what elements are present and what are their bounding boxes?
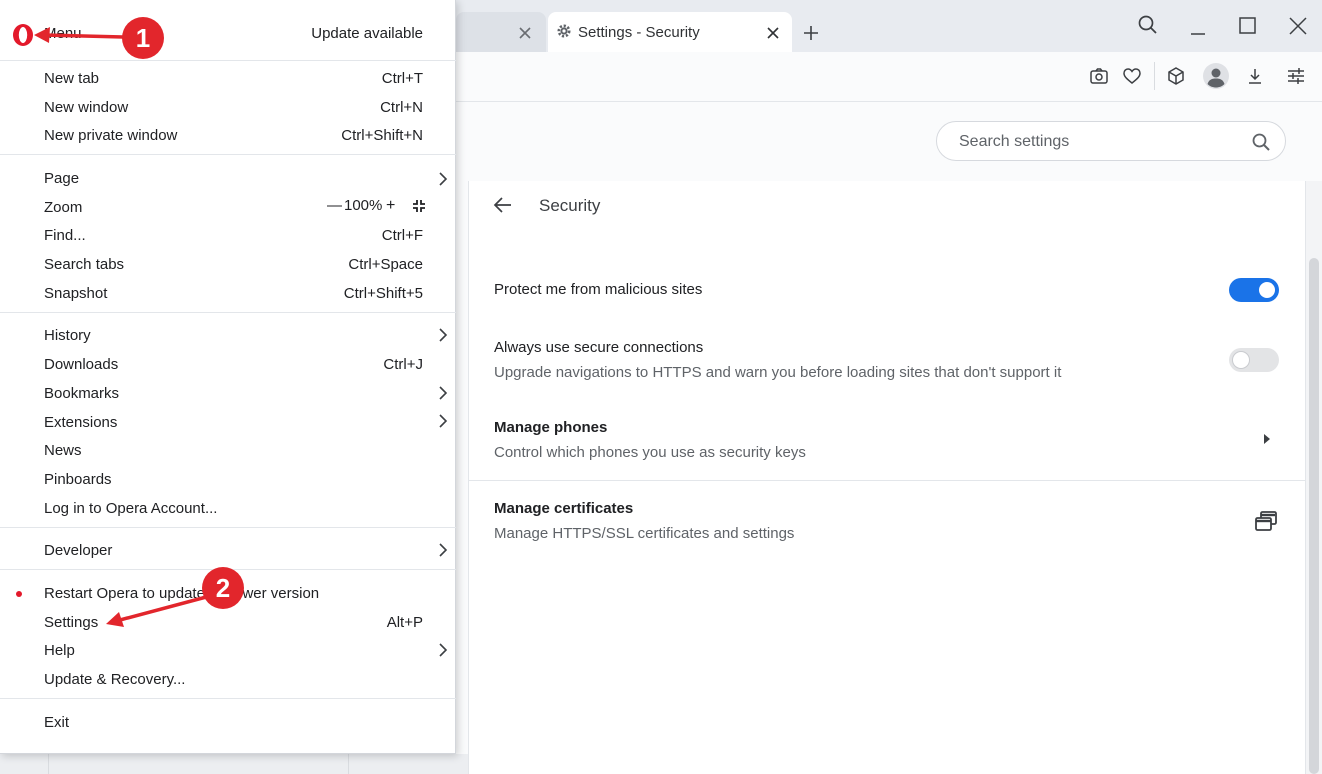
toolbar-divider bbox=[1154, 62, 1155, 90]
secure-connections-description: Upgrade navigations to HTTPS and warn yo… bbox=[494, 364, 1062, 381]
manage-phones-label: Manage phones bbox=[494, 419, 608, 436]
menu-separator bbox=[0, 60, 456, 61]
search-input[interactable] bbox=[959, 131, 1239, 153]
shortcut-new-private-window: Ctrl+Shift+N bbox=[341, 127, 423, 144]
menu-item-extensions[interactable]: Extensions bbox=[44, 413, 117, 433]
menu-separator bbox=[0, 527, 456, 528]
menu-separator bbox=[0, 698, 456, 699]
sidebar-strip bbox=[0, 754, 468, 774]
close-icon[interactable] bbox=[518, 26, 532, 40]
chevron-right-icon bbox=[439, 543, 448, 557]
menu-item-restart-update[interactable]: Restart Opera to update to newer version bbox=[44, 584, 319, 604]
toggle-knob bbox=[1233, 352, 1249, 368]
menu-item-new-private-window[interactable]: New private window bbox=[44, 126, 177, 146]
minimize-icon[interactable] bbox=[1182, 10, 1214, 42]
zoom-out-button[interactable]: — bbox=[327, 196, 342, 216]
menu-item-page[interactable]: Page bbox=[44, 169, 79, 189]
heart-icon[interactable] bbox=[1122, 66, 1142, 86]
menu-title[interactable]: Menu bbox=[44, 24, 82, 44]
close-icon[interactable] bbox=[766, 26, 780, 40]
chevron-right-icon bbox=[439, 172, 448, 186]
shortcut-new-window: Ctrl+N bbox=[380, 99, 423, 116]
manage-certificates-label: Manage certificates bbox=[494, 500, 634, 517]
toggle-knob bbox=[1259, 282, 1275, 298]
chevron-right-icon bbox=[439, 643, 448, 657]
menu-item-developer[interactable]: Developer bbox=[44, 541, 112, 561]
menu-item-settings[interactable]: Settings bbox=[44, 613, 98, 633]
opera-logo-icon[interactable] bbox=[11, 23, 35, 47]
scrollbar-thumb[interactable] bbox=[1309, 258, 1319, 774]
menu-item-downloads[interactable]: Downloads bbox=[44, 355, 118, 375]
secure-connections-label: Always use secure connections bbox=[494, 339, 704, 356]
chevron-right-icon bbox=[439, 414, 448, 428]
menu-item-pinboards[interactable]: Pinboards bbox=[44, 470, 112, 490]
menu-item-new-window[interactable]: New window bbox=[44, 98, 128, 118]
download-icon[interactable] bbox=[1245, 66, 1265, 86]
maximize-icon[interactable] bbox=[1232, 10, 1264, 42]
close-icon[interactable] bbox=[1282, 10, 1314, 42]
update-available-link[interactable]: Update available bbox=[311, 24, 423, 44]
search-icon[interactable] bbox=[1251, 132, 1271, 152]
zoom-in-button[interactable]: + bbox=[386, 196, 395, 216]
cube-icon[interactable] bbox=[1166, 66, 1186, 86]
menu-item-news[interactable]: News bbox=[44, 441, 82, 461]
strip-divider bbox=[348, 754, 349, 774]
menu-item-find[interactable]: Find... bbox=[44, 226, 86, 246]
shortcut-settings: Alt+P bbox=[386, 614, 423, 631]
chevron-right-icon[interactable] bbox=[1262, 433, 1272, 445]
protect-malicious-toggle[interactable] bbox=[1229, 278, 1279, 302]
shortcut-search-tabs: Ctrl+Space bbox=[348, 256, 423, 273]
menu-item-new-tab[interactable]: New tab bbox=[44, 69, 99, 89]
tab-title: Settings - Security bbox=[578, 24, 700, 41]
manage-phones-description: Control which phones you use as security… bbox=[494, 444, 806, 461]
chevron-right-icon bbox=[439, 328, 448, 342]
external-window-icon[interactable] bbox=[1254, 510, 1278, 532]
protect-malicious-label: Protect me from malicious sites bbox=[494, 281, 703, 298]
back-arrow-icon[interactable] bbox=[493, 195, 513, 215]
strip-divider bbox=[48, 754, 49, 774]
shortcut-snapshot: Ctrl+Shift+5 bbox=[343, 285, 423, 302]
search-icon[interactable] bbox=[1132, 10, 1164, 42]
gear-icon bbox=[557, 24, 571, 38]
update-dot-icon bbox=[16, 591, 22, 597]
tab-previous[interactable] bbox=[456, 12, 546, 52]
settings-search[interactable] bbox=[936, 121, 1286, 161]
menu-item-login[interactable]: Log in to Opera Account... bbox=[44, 499, 217, 519]
chevron-right-icon bbox=[439, 386, 448, 400]
shortcut-find: Ctrl+F bbox=[381, 227, 423, 244]
row-divider bbox=[469, 480, 1305, 481]
menu-item-help[interactable]: Help bbox=[44, 641, 75, 661]
security-heading: Security bbox=[539, 196, 601, 215]
annotation-badge-2: 2 bbox=[202, 567, 244, 609]
easy-setup-icon[interactable] bbox=[1286, 66, 1306, 86]
zoom-level: 100% bbox=[344, 197, 383, 214]
shortcut-downloads: Ctrl+J bbox=[383, 356, 423, 373]
menu-item-update-recovery[interactable]: Update & Recovery... bbox=[44, 670, 185, 690]
menu-item-history[interactable]: History bbox=[44, 326, 91, 346]
menu-item-zoom: Zoom bbox=[44, 199, 83, 216]
avatar-icon[interactable] bbox=[1203, 63, 1229, 89]
menu-separator bbox=[0, 154, 456, 155]
menu-item-exit[interactable]: Exit bbox=[44, 713, 69, 733]
opera-main-menu: Menu Update available New tab Ctrl+T New… bbox=[0, 0, 456, 754]
annotation-badge-1: 1 bbox=[122, 17, 164, 59]
secure-connections-toggle[interactable] bbox=[1229, 348, 1279, 372]
plus-icon[interactable] bbox=[802, 24, 820, 42]
camera-icon[interactable] bbox=[1089, 66, 1109, 86]
shortcut-new-tab: Ctrl+T bbox=[381, 70, 423, 87]
manage-certificates-description: Manage HTTPS/SSL certificates and settin… bbox=[494, 525, 795, 542]
fullscreen-icon[interactable] bbox=[411, 198, 427, 214]
menu-item-snapshot[interactable]: Snapshot bbox=[44, 284, 107, 304]
tab-settings-security[interactable]: Settings - Security bbox=[548, 12, 792, 52]
menu-item-search-tabs[interactable]: Search tabs bbox=[44, 255, 124, 275]
menu-separator bbox=[0, 312, 456, 313]
menu-item-bookmarks[interactable]: Bookmarks bbox=[44, 384, 119, 404]
